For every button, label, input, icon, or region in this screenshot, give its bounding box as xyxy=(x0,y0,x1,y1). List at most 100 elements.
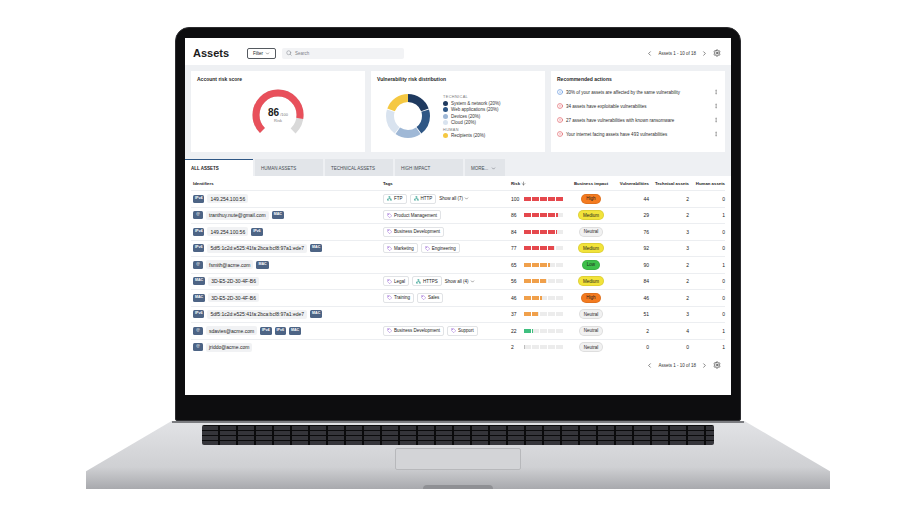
tag[interactable]: Support xyxy=(447,326,478,336)
table-row[interactable]: @fsmith@acme.comMAC65Low9021 xyxy=(191,256,725,273)
tags-cell: Product Management xyxy=(381,210,509,220)
tag[interactable]: HTTP xyxy=(410,194,437,204)
tab[interactable]: HIGH IMPACT xyxy=(395,159,463,176)
impact-cell: Neutral xyxy=(571,309,611,319)
risk-score-card: Account risk score86/100Risk xyxy=(191,71,365,152)
tag[interactable]: FTP xyxy=(383,194,407,204)
identifier-cell: @jriddo@acme.com xyxy=(191,343,381,352)
human-assets-cell: 0 xyxy=(691,295,727,301)
risk-gauge: 86/100Risk xyxy=(250,87,306,143)
legend-item: Recipients (20%) xyxy=(443,133,501,138)
tag[interactable]: Training xyxy=(383,293,414,303)
tags-cell: Business Development xyxy=(381,227,509,237)
table-row[interactable]: @sdavies@acme.comIPv4IPv6MACBusiness Dev… xyxy=(191,322,725,339)
show-all[interactable]: Show all (4) xyxy=(445,279,475,284)
risk-segment xyxy=(540,329,547,333)
risk-cell: 56 xyxy=(509,278,571,284)
risk-segment xyxy=(556,230,563,234)
legend-dot xyxy=(443,101,448,106)
human-assets-cell: 0 xyxy=(691,311,727,317)
gear-icon[interactable] xyxy=(713,49,721,57)
gear-icon[interactable] xyxy=(713,361,721,369)
table-row[interactable]: IPv65df5:1c2d:e525:41fa:2bca:bcf8:97a1:e… xyxy=(191,306,725,323)
chevron-right-icon[interactable] xyxy=(701,362,708,369)
human-assets-cell: 1 xyxy=(691,344,727,350)
risk-cell: 65 xyxy=(509,262,571,268)
risk-fill xyxy=(540,197,547,201)
screen: AssetsFilterSearchAssets 1 - 10 of 18Acc… xyxy=(185,38,731,395)
risk-fill xyxy=(556,230,557,234)
tab[interactable]: HUMAN ASSETS xyxy=(255,159,323,176)
risk-segment xyxy=(556,312,563,316)
search-field[interactable]: Search xyxy=(282,48,404,59)
table-row[interactable]: IPv4149.254.100.56IPv6Business Developme… xyxy=(191,223,725,240)
risk-segment xyxy=(540,345,547,349)
column-header[interactable]: Vulnerabilities xyxy=(611,181,651,186)
action-item[interactable]: 34 assets have exploitable vulnerabilite… xyxy=(557,102,719,110)
column-header[interactable]: Business impact xyxy=(571,181,611,186)
risk-segment xyxy=(532,329,539,333)
tab[interactable]: TECHNICAL ASSETS xyxy=(325,159,393,176)
risk-segment xyxy=(540,213,547,217)
risk-fill xyxy=(524,213,531,217)
tag[interactable]: Sales xyxy=(417,293,443,303)
risk-bar xyxy=(524,279,563,283)
risk-fill xyxy=(548,230,555,234)
column-header[interactable]: Technical assets xyxy=(651,181,691,186)
risk-segment xyxy=(556,279,563,283)
action-item[interactable]: Your internet facing assets have 493 vul… xyxy=(557,130,719,138)
tag[interactable]: Business Development xyxy=(383,227,444,237)
kebab-icon[interactable] xyxy=(713,103,719,109)
risk-fill xyxy=(540,296,542,300)
table-row[interactable]: MAC3D-E5-2D-30-4F-B6LegalHTTPSShow all (… xyxy=(191,273,725,290)
chevron-right-icon[interactable] xyxy=(701,50,708,57)
chevron-left-icon[interactable] xyxy=(646,50,653,57)
risk-segment xyxy=(532,213,539,217)
identifier-value: 3D-E5-2D-30-4F-B6 xyxy=(208,293,259,302)
vulnerabilities-cell: 2 xyxy=(611,328,651,334)
kebab-icon[interactable] xyxy=(713,131,719,137)
donut-segment xyxy=(390,98,426,134)
risk-segment xyxy=(524,197,531,201)
column-header[interactable]: Risk xyxy=(509,181,571,186)
table-row[interactable]: IPv4149.254.100.56FTPHTTPShow all (7)100… xyxy=(191,190,725,207)
donut-segment xyxy=(390,98,426,134)
kebab-icon[interactable] xyxy=(713,89,719,95)
action-item[interactable]: 30% of your assets are affected by the s… xyxy=(557,88,719,96)
impact-cell: Neutral xyxy=(571,326,611,336)
tag-icon xyxy=(387,295,392,300)
tab[interactable]: MORE... xyxy=(465,159,505,176)
table-row[interactable]: @tranthuy.nute@gmail.comMACProduct Manag… xyxy=(191,207,725,224)
actions-card: Recommended actions30% of your assets ar… xyxy=(551,71,725,152)
table-row[interactable]: @jriddo@acme.com2Neutral001 xyxy=(191,339,725,356)
tag[interactable]: Legal xyxy=(383,276,409,286)
risk-segment xyxy=(540,197,547,201)
risk-segment xyxy=(532,296,539,300)
technical-assets-cell: 4 xyxy=(651,328,691,334)
tab[interactable]: ALL ASSETS xyxy=(185,159,253,176)
kebab-icon[interactable] xyxy=(713,117,719,123)
tag[interactable]: Business Development xyxy=(383,326,444,336)
risk-fill xyxy=(524,230,531,234)
tag[interactable]: Engineering xyxy=(421,243,460,253)
table-row[interactable]: MAC3D-E5-2D-30-4F-B6TrainingSales46High4… xyxy=(191,289,725,306)
column-header[interactable]: Human assets xyxy=(691,181,727,186)
tag-icon xyxy=(421,295,426,300)
risk-value: 86 xyxy=(511,212,521,218)
tag[interactable]: HTTPS xyxy=(412,276,442,286)
technical-assets-cell: 3 xyxy=(651,245,691,251)
tag[interactable]: Product Management xyxy=(383,210,441,220)
donut-segment xyxy=(390,98,426,134)
column-header[interactable]: Tags xyxy=(381,181,509,186)
filter-button[interactable]: Filter xyxy=(247,48,276,59)
show-all[interactable]: Show all (7) xyxy=(439,196,469,201)
table-row[interactable]: IPv65df5:1c2d:e525:41fa:2bca:bcf8:97a1:e… xyxy=(191,240,725,257)
tags-cell: MarketingEngineering xyxy=(381,243,509,253)
type-chip: MAC xyxy=(289,327,301,335)
chevron-left-icon[interactable] xyxy=(646,362,653,369)
action-item[interactable]: 27 assets have vulnerabilities with know… xyxy=(557,116,719,124)
column-header[interactable]: Identifiers xyxy=(191,181,381,186)
risk-value: 46 xyxy=(511,295,521,301)
tag[interactable]: Marketing xyxy=(383,243,418,253)
identifier-value: tranthuy.nute@gmail.com xyxy=(206,211,269,220)
